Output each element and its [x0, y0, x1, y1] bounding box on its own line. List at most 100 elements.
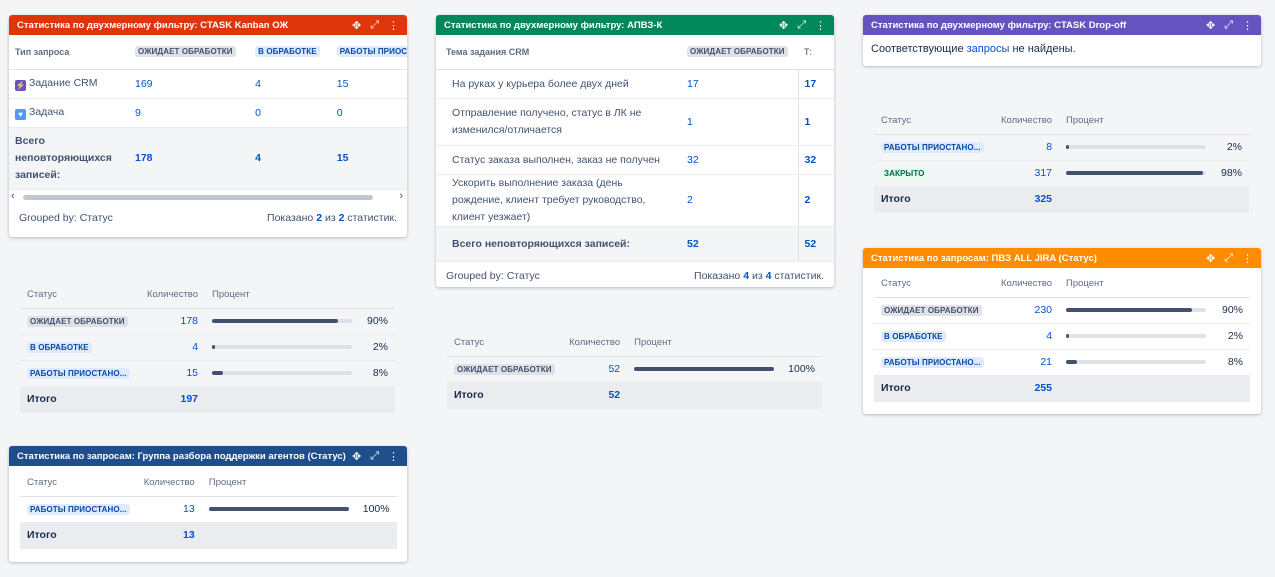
cell-link[interactable]: 1: [797, 98, 834, 146]
expand-icon[interactable]: ⤢: [370, 19, 379, 32]
stats-table: Статус Количество Процент РАБОТЫ ПРИОСТА…: [20, 470, 397, 549]
cell-link[interactable]: 2: [797, 174, 834, 227]
count-link[interactable]: 317: [994, 160, 1060, 187]
two-dim-table: Тема задания CRM ОЖИДАЕТ ОБРАБОТКИ Т: На…: [436, 35, 834, 262]
gadget-title: Статистика по двухмерному фильтру: CTASK…: [17, 19, 289, 31]
total-link[interactable]: 13: [136, 522, 202, 549]
total-link[interactable]: 52: [681, 226, 798, 262]
total-row: Итого 325: [874, 186, 1249, 213]
requests-link[interactable]: запросы: [967, 43, 1010, 55]
col-status: Статус: [874, 271, 994, 298]
cell-link[interactable]: 0: [330, 98, 407, 128]
chevron-right-icon[interactable]: ›: [399, 190, 403, 202]
total-link[interactable]: 325: [994, 186, 1060, 213]
total-link[interactable]: 255: [994, 375, 1060, 402]
status-badge[interactable]: РАБОТЫ ПРИОСТАНО...: [881, 142, 984, 153]
shown-count: Показано 2 из 2 статистик.: [267, 211, 397, 224]
move-icon[interactable]: ✥: [1206, 19, 1215, 32]
cell-link[interactable]: 9: [129, 98, 250, 128]
gadget-header: Статистика по запросам: ПВЗ ALL JIRA (Ст…: [863, 248, 1261, 268]
col-count: Количество: [136, 470, 202, 497]
move-icon[interactable]: ✥: [352, 450, 361, 463]
status-stats-1: Статус Количество Процент ОЖИДАЕТ ОБРАБО…: [20, 282, 395, 413]
menu-icon[interactable]: ⋮: [815, 19, 826, 32]
col-percent: Процент: [627, 330, 822, 357]
percent-value: 98%: [1213, 160, 1249, 187]
gadget-title: Статистика по двухмерному фильтру: АПВЗ-…: [444, 19, 663, 31]
gadget-title: Статистика по запросам: ПВЗ ALL JIRA (Ст…: [871, 252, 1097, 264]
cell-link[interactable]: 17: [681, 69, 798, 99]
status-badge[interactable]: РАБОТЫ ПРИОСТАНО...: [27, 368, 130, 379]
expand-icon[interactable]: ⤢: [1224, 19, 1233, 32]
percent-bar-fill: [212, 371, 224, 375]
gadget-title: Статистика по двухмерному фильтру: CTASK…: [871, 19, 1127, 31]
table-row: РАБОТЫ ПРИОСТАНО... 8 2%: [874, 134, 1249, 161]
status-badge[interactable]: ЗАКРЫТО: [881, 168, 928, 179]
percent-value: 2%: [1213, 323, 1250, 350]
percent-bar: [1066, 360, 1207, 364]
move-icon[interactable]: ✥: [779, 19, 788, 32]
expand-icon[interactable]: ⤢: [1224, 252, 1233, 265]
cell-link[interactable]: 169: [129, 69, 250, 99]
count-link[interactable]: 52: [562, 356, 628, 383]
chevron-left-icon[interactable]: ‹: [11, 190, 15, 202]
total-link[interactable]: 4: [249, 127, 331, 190]
gadget-ctask-dropoff: Статистика по двухмерному фильтру: CTASK…: [863, 15, 1261, 66]
count-link[interactable]: 4: [994, 323, 1060, 350]
table-row: ОЖИДАЕТ ОБРАБОТКИ 52 100%: [447, 356, 822, 383]
count-link[interactable]: 4: [140, 334, 206, 361]
table-row: ОЖИДАЕТ ОБРАБОТКИ 230 90%: [874, 297, 1250, 324]
menu-icon[interactable]: ⋮: [1242, 252, 1253, 265]
count-link[interactable]: 21: [994, 349, 1060, 376]
horizontal-scrollbar[interactable]: ‹ ›: [11, 190, 405, 204]
table-row: Отправление получено, статус в ЛК не изм…: [436, 98, 834, 146]
cell-link[interactable]: 32: [681, 145, 798, 175]
status-badge[interactable]: РАБОТЫ ПРИОСТАНО...: [881, 357, 984, 368]
total-link[interactable]: 15: [330, 127, 407, 190]
move-icon[interactable]: ✥: [1206, 252, 1215, 265]
status-badge[interactable]: ОЖИДАЕТ ОБРАБОТКИ: [27, 316, 128, 327]
col-status: Статус: [20, 282, 140, 309]
empty-message: Соответствующие запросы не найдены.: [871, 43, 1076, 55]
cell-link[interactable]: 2: [681, 174, 798, 227]
move-icon[interactable]: ✥: [352, 19, 361, 32]
count-link[interactable]: 178: [140, 308, 206, 335]
expand-icon[interactable]: ⤢: [797, 19, 806, 32]
status-badge[interactable]: РАБОТЫ ПРИОСТАНО...: [27, 504, 130, 515]
table-row: РАБОТЫ ПРИОСТАНО... 13 100%: [20, 496, 397, 523]
status-badge[interactable]: ОЖИДАЕТ ОБРАБОТКИ: [454, 364, 555, 375]
expand-icon[interactable]: ⤢: [370, 450, 379, 463]
total-row: Итого 13: [20, 522, 397, 549]
menu-icon[interactable]: ⋮: [388, 450, 399, 463]
stats-table: Статус Количество Процент ОЖИДАЕТ ОБРАБО…: [20, 282, 395, 413]
table-row: ЗАКРЫТО 317 98%: [874, 160, 1249, 187]
menu-icon[interactable]: ⋮: [388, 19, 399, 32]
status-badge[interactable]: В ОБРАБОТКЕ: [881, 331, 946, 342]
total-row: Всего неповторяющихся записей: 52 52: [436, 226, 834, 262]
percent-bar: [212, 345, 353, 349]
cell-link[interactable]: 17: [797, 69, 834, 99]
count-link[interactable]: 13: [136, 496, 202, 523]
cell-link[interactable]: 32: [797, 145, 834, 175]
count-link[interactable]: 230: [994, 297, 1060, 324]
status-stats-3: Статус Количество Процент ОЖИДАЕТ ОБРАБО…: [447, 330, 822, 409]
gadget-agent-support: Статистика по запросам: Группа разбора п…: [9, 446, 407, 562]
total-label: Всего неповторяющихся записей:: [436, 226, 681, 262]
count-link[interactable]: 8: [994, 134, 1060, 161]
menu-icon[interactable]: ⋮: [1242, 19, 1253, 32]
col-header-total: Т:: [798, 35, 834, 70]
total-link[interactable]: 197: [140, 386, 206, 413]
count-link[interactable]: 15: [140, 360, 206, 387]
total-link[interactable]: 52: [797, 226, 834, 262]
status-badge[interactable]: В ОБРАБОТКЕ: [27, 342, 92, 353]
status-badge[interactable]: ОЖИДАЕТ ОБРАБОТКИ: [881, 305, 982, 316]
scrollbar-thumb[interactable]: [23, 194, 373, 200]
cell-link[interactable]: 0: [249, 98, 331, 128]
col-percent: Процент: [1059, 108, 1249, 135]
total-link[interactable]: 52: [562, 382, 628, 409]
cell-link[interactable]: 15: [330, 69, 407, 99]
grouped-by: Grouped by: Статус: [446, 269, 540, 282]
cell-link[interactable]: 4: [249, 69, 331, 99]
total-link[interactable]: 178: [129, 127, 250, 190]
cell-link[interactable]: 1: [681, 98, 798, 146]
